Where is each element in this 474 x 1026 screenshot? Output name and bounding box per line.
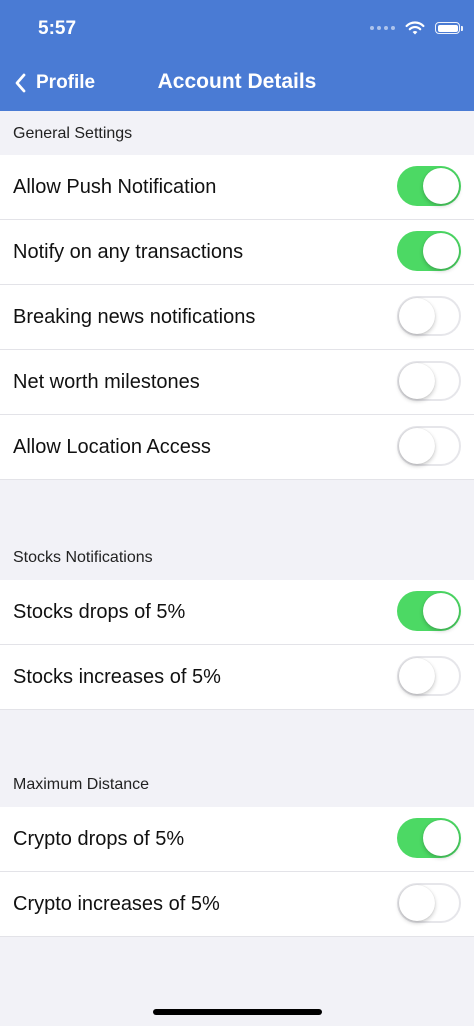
- row-label: Allow Push Notification: [13, 176, 217, 198]
- net-worth-toggle[interactable]: [397, 361, 461, 401]
- back-button[interactable]: Profile: [14, 68, 95, 98]
- settings-row-crypto-drops: Crypto drops of 5%: [0, 807, 474, 872]
- settings-row-net-worth: Net worth milestones: [0, 350, 474, 415]
- section-title-stocks-notifications: Stocks Notifications: [13, 549, 153, 566]
- settings-group-crypto: Crypto drops of 5% Crypto increases of 5…: [0, 807, 474, 937]
- chevron-left-icon: [15, 73, 26, 93]
- settings-row-location-access: Allow Location Access: [0, 415, 474, 480]
- crypto-drops-toggle[interactable]: [397, 818, 461, 858]
- location-access-toggle[interactable]: [397, 426, 461, 466]
- row-label: Stocks increases of 5%: [13, 666, 221, 688]
- stocks-increases-toggle[interactable]: [397, 656, 461, 696]
- section-title-general-settings: General Settings: [13, 125, 133, 142]
- settings-row-crypto-increases: Crypto increases of 5%: [0, 872, 474, 937]
- signal-icon: [370, 26, 395, 30]
- settings-group-stocks: Stocks drops of 5% Stocks increases of 5…: [0, 580, 474, 710]
- settings-group-general: Allow Push Notification Notify on any tr…: [0, 155, 474, 480]
- row-label: Crypto increases of 5%: [13, 893, 220, 915]
- settings-row-stocks-drops: Stocks drops of 5%: [0, 580, 474, 645]
- breaking-news-toggle[interactable]: [397, 296, 461, 336]
- row-label: Crypto drops of 5%: [13, 828, 185, 850]
- status-time: 5:57: [38, 18, 77, 39]
- settings-row-push-notification: Allow Push Notification: [0, 155, 474, 220]
- settings-row-breaking-news: Breaking news notifications: [0, 285, 474, 350]
- home-indicator: [153, 1009, 322, 1015]
- transactions-toggle[interactable]: [397, 231, 461, 271]
- battery-icon: [435, 22, 463, 34]
- row-label: Net worth milestones: [13, 371, 200, 393]
- section-title-maximum-distance: Maximum Distance: [13, 776, 150, 793]
- navigation-header: 5:57 Profile Account Details: [0, 0, 474, 111]
- wifi-icon: [405, 20, 425, 34]
- row-label: Stocks drops of 5%: [13, 601, 186, 623]
- stocks-drops-toggle[interactable]: [397, 591, 461, 631]
- settings-row-transactions: Notify on any transactions: [0, 220, 474, 285]
- crypto-increases-toggle[interactable]: [397, 883, 461, 923]
- row-label: Breaking news notifications: [13, 306, 256, 328]
- push-notification-toggle[interactable]: [397, 166, 461, 206]
- settings-row-stocks-increases: Stocks increases of 5%: [0, 645, 474, 710]
- back-button-label: Profile: [36, 72, 96, 93]
- row-label: Allow Location Access: [13, 436, 211, 458]
- status-icons: [370, 17, 463, 39]
- row-label: Notify on any transactions: [13, 241, 244, 263]
